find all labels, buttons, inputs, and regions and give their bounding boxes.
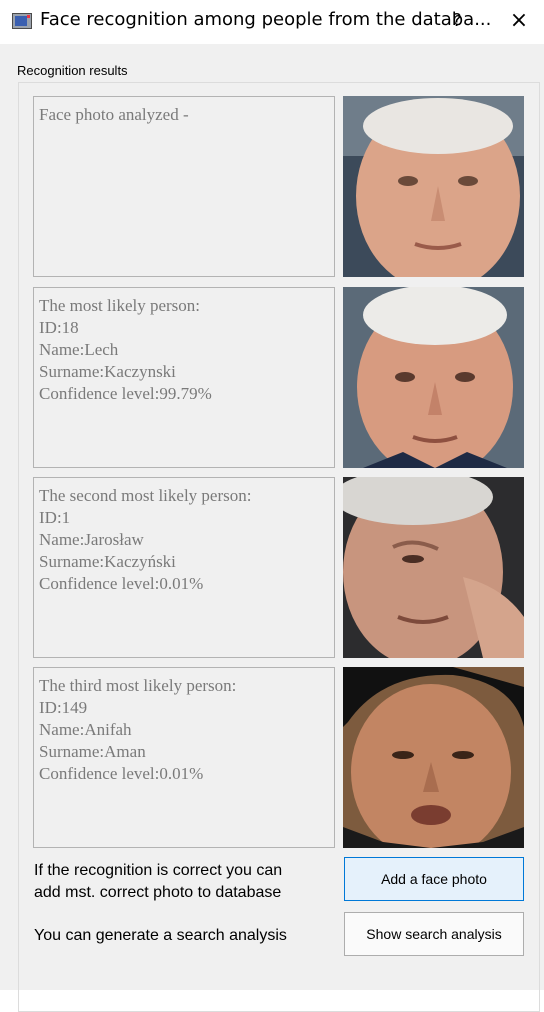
- face-photo: [343, 96, 524, 277]
- group-label: Recognition results: [17, 63, 128, 78]
- panel-line: The third most likely person:: [39, 676, 237, 695]
- title-bar: Face recognition among people from the d…: [0, 0, 544, 44]
- window-title: Face recognition among people from the d…: [40, 9, 492, 30]
- show-search-analysis-button[interactable]: Show search analysis: [344, 912, 524, 956]
- help-button[interactable]: ?: [444, 8, 470, 34]
- panel-line: Surname:Kaczyński: [39, 552, 176, 571]
- result-panel-1: The most likely person: ID:18 Name:Lech …: [33, 287, 335, 468]
- panel-line: Name:Anifah: [39, 720, 132, 739]
- result-panel-3: The third most likely person: ID:149 Nam…: [33, 667, 335, 848]
- panel-line: ID:1: [39, 508, 71, 527]
- face-photo: [343, 287, 524, 468]
- add-photo-hint: If the recognition is correct you can ad…: [34, 860, 282, 904]
- panel-line: Surname:Kaczynski: [39, 362, 176, 381]
- hint-line: If the recognition is correct you can: [34, 862, 283, 879]
- panel-line: Confidence level:0.01%: [39, 574, 204, 593]
- panel-line: Name:Jarosław: [39, 530, 144, 549]
- face-photo: [343, 667, 524, 848]
- result-panel-2: The second most likely person: ID:1 Name…: [33, 477, 335, 658]
- panel-line: ID:149: [39, 698, 88, 717]
- panel-line: Name:Lech: [39, 340, 119, 359]
- hint-line: add mst. correct photo to database: [34, 884, 282, 901]
- app-icon: [12, 13, 32, 29]
- panel-line: The second most likely person:: [39, 486, 252, 505]
- close-button[interactable]: ×: [506, 8, 532, 34]
- panel-line: The most likely person:: [39, 296, 201, 315]
- analyzed-photo-panel: Face photo analyzed -: [33, 96, 335, 277]
- panel-line: Confidence level:99.79%: [39, 384, 212, 403]
- dialog-body: Recognition results Face photo analyzed …: [0, 44, 544, 1012]
- panel-line: Confidence level:0.01%: [39, 764, 204, 783]
- panel-line: Face photo analyzed -: [39, 105, 189, 124]
- add-face-photo-button[interactable]: Add a face photo: [344, 857, 524, 901]
- face-photo: [343, 477, 524, 658]
- panel-line: ID:18: [39, 318, 79, 337]
- panel-line: Surname:Aman: [39, 742, 146, 761]
- analysis-hint: You can generate a search analysis: [34, 927, 287, 944]
